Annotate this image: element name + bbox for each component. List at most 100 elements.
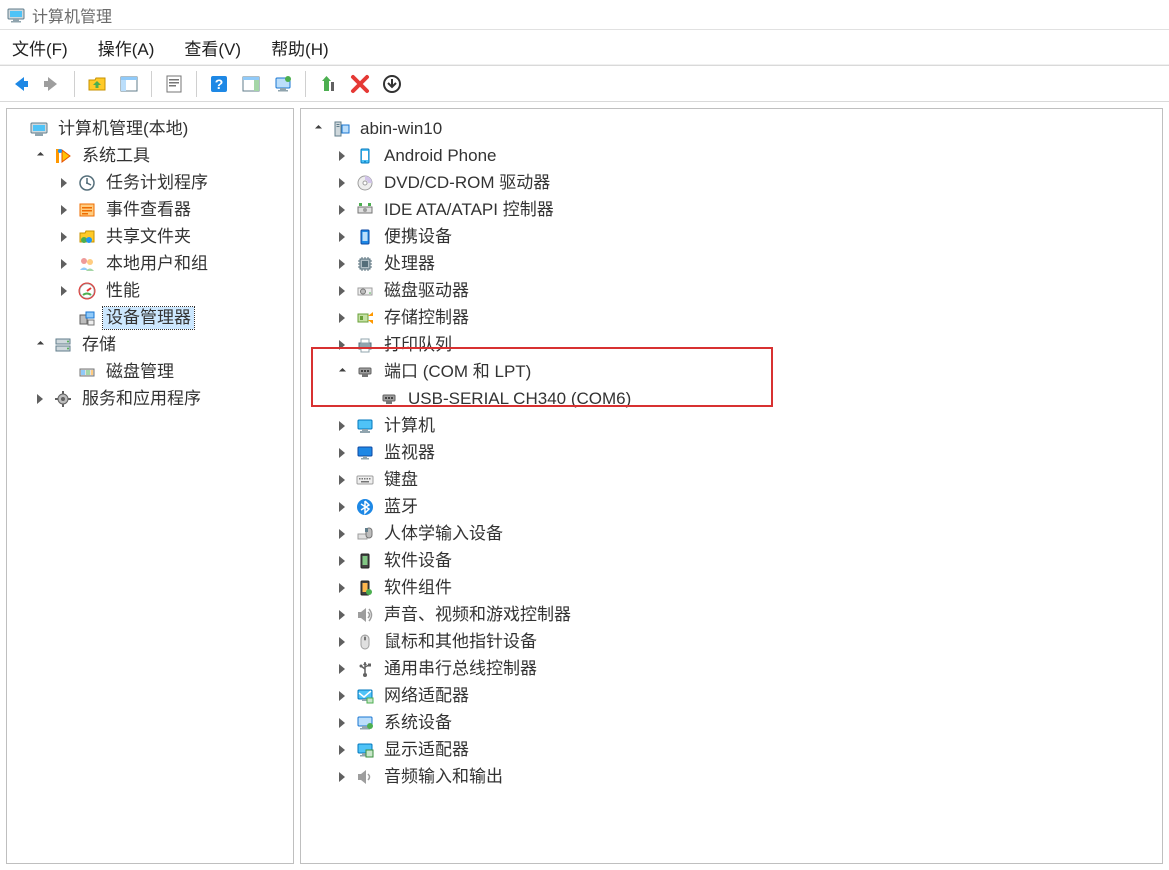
device-audio-io[interactable]: 音频输入和输出 [335,763,1160,790]
computer-category-icon [355,416,375,436]
menu-bar: 文件(F) 操作(A) 查看(V) 帮助(H) [0,30,1169,64]
device-software-devices[interactable]: 软件设备 [335,547,1160,574]
tree-toggle-icon[interactable] [335,743,349,757]
device-storage-controllers[interactable]: 存储控制器 [335,304,1160,331]
tree-toggle-icon[interactable] [57,230,71,244]
toolbar-back-button[interactable] [6,70,34,98]
tree-toggle-icon[interactable] [335,716,349,730]
device-system-devices[interactable]: 系统设备 [335,709,1160,736]
console-tree-pane[interactable]: 计算机管理(本地) 系统工具 [6,108,294,864]
toolbar-up-button[interactable] [83,70,111,98]
tree-toggle-icon[interactable] [57,203,71,217]
tree-label: 软件组件 [381,577,455,599]
tree-label: 系统设备 [381,712,455,734]
tree-disk-management[interactable]: 磁盘管理 [57,358,291,385]
tree-toggle-icon[interactable] [335,419,349,433]
tree-toggle-icon[interactable] [335,176,349,190]
tree-label: DVD/CD-ROM 驱动器 [381,172,553,194]
hid-icon [355,524,375,544]
device-network-adapters[interactable]: 网络适配器 [335,682,1160,709]
tree-toggle-icon[interactable] [335,338,349,352]
tree-toggle-icon[interactable] [335,689,349,703]
console-tree: 计算机管理(本地) 系统工具 [9,115,291,412]
toolbar-toggle-action-pane-button[interactable] [237,70,265,98]
menu-action[interactable]: 操作(A) [92,31,161,64]
tree-root-computer-management[interactable]: 计算机管理(本地) [9,115,291,142]
tree-toggle-icon[interactable] [335,635,349,649]
tree-toggle-icon[interactable] [57,284,71,298]
device-ide[interactable]: IDE ATA/ATAPI 控制器 [335,196,1160,223]
tree-toggle-icon[interactable] [57,257,71,271]
tree-toggle-icon[interactable] [335,365,349,379]
tree-toggle-icon[interactable] [311,122,325,136]
device-processors[interactable]: 处理器 [335,250,1160,277]
tree-label: 存储控制器 [381,307,472,329]
tree-label: 任务计划程序 [103,172,211,194]
services-icon [53,389,73,409]
device-root[interactable]: abin-win10 [311,115,1160,142]
tree-toggle-icon[interactable] [335,284,349,298]
tree-toggle-icon[interactable] [335,230,349,244]
tree-storage[interactable]: 存储 [33,331,291,358]
main-area: 计算机管理(本地) 系统工具 [0,102,1169,870]
menu-file[interactable]: 文件(F) [6,31,74,64]
tree-toggle-icon[interactable] [335,554,349,568]
tree-toggle-icon[interactable] [335,446,349,460]
device-bluetooth[interactable]: 蓝牙 [335,493,1160,520]
tree-task-scheduler[interactable]: 任务计划程序 [57,169,291,196]
tree-toggle-icon[interactable] [335,500,349,514]
tree-toggle-icon[interactable] [335,149,349,163]
toolbar-help-button[interactable]: ? [205,70,233,98]
tree-toggle-icon[interactable] [335,662,349,676]
device-software-components[interactable]: 软件组件 [335,574,1160,601]
toolbar-uninstall-button[interactable] [378,70,406,98]
toolbar-forward-button[interactable] [38,70,66,98]
tree-toggle-icon[interactable] [33,149,47,163]
device-computer[interactable]: 计算机 [335,412,1160,439]
device-mice[interactable]: 鼠标和其他指针设备 [335,628,1160,655]
svg-text:?: ? [215,76,224,92]
device-ports[interactable]: 端口 (COM 和 LPT) [335,358,1160,385]
device-android-phone[interactable]: Android Phone [335,142,1160,169]
tree-toggle-icon[interactable] [57,176,71,190]
device-display-adapters[interactable]: 显示适配器 [335,736,1160,763]
tree-toggle-icon[interactable] [335,203,349,217]
device-monitors[interactable]: 监视器 [335,439,1160,466]
tree-toggle-icon[interactable] [335,311,349,325]
tree-shared-folders[interactable]: 共享文件夹 [57,223,291,250]
tree-toggle-icon[interactable] [335,257,349,271]
tree-toggle-icon[interactable] [33,392,47,406]
device-sound[interactable]: 声音、视频和游戏控制器 [335,601,1160,628]
device-usb-controllers[interactable]: 通用串行总线控制器 [335,655,1160,682]
tree-event-viewer[interactable]: 事件查看器 [57,196,291,223]
tree-system-tools[interactable]: 系统工具 [33,142,291,169]
tree-services-and-apps[interactable]: 服务和应用程序 [33,385,291,412]
toolbar-enable-button[interactable] [314,70,342,98]
menu-view[interactable]: 查看(V) [178,31,247,64]
device-portable[interactable]: 便携设备 [335,223,1160,250]
device-print-queues[interactable]: 打印队列 [335,331,1160,358]
device-keyboards[interactable]: 键盘 [335,466,1160,493]
device-tree-pane[interactable]: abin-win10 Android Phone DVD/CD-ROM 驱动器 … [300,108,1163,864]
tree-toggle-icon[interactable] [33,338,47,352]
tree-toggle-icon[interactable] [335,527,349,541]
device-dvd[interactable]: DVD/CD-ROM 驱动器 [335,169,1160,196]
tree-toggle-icon[interactable] [335,473,349,487]
tree-performance[interactable]: 性能 [57,277,291,304]
tree-toggle-icon[interactable] [335,770,349,784]
menu-help[interactable]: 帮助(H) [265,31,335,64]
toolbar-toggle-tree-button[interactable] [115,70,143,98]
toolbar-scan-button[interactable] [269,70,297,98]
tree-local-users[interactable]: 本地用户和组 [57,250,291,277]
tree-label: 处理器 [381,253,438,275]
tree-label: 显示适配器 [381,739,472,761]
tree-label: 声音、视频和游戏控制器 [381,604,574,626]
tree-toggle-icon[interactable] [335,608,349,622]
toolbar-properties-button[interactable] [160,70,188,98]
tree-device-manager[interactable]: 设备管理器 [57,304,291,331]
toolbar-disable-button[interactable] [346,70,374,98]
device-disk-drives[interactable]: 磁盘驱动器 [335,277,1160,304]
device-hid[interactable]: 人体学输入设备 [335,520,1160,547]
tree-toggle-icon[interactable] [335,581,349,595]
device-usb-serial-ch340[interactable]: USB-SERIAL CH340 (COM6) [359,385,1160,412]
